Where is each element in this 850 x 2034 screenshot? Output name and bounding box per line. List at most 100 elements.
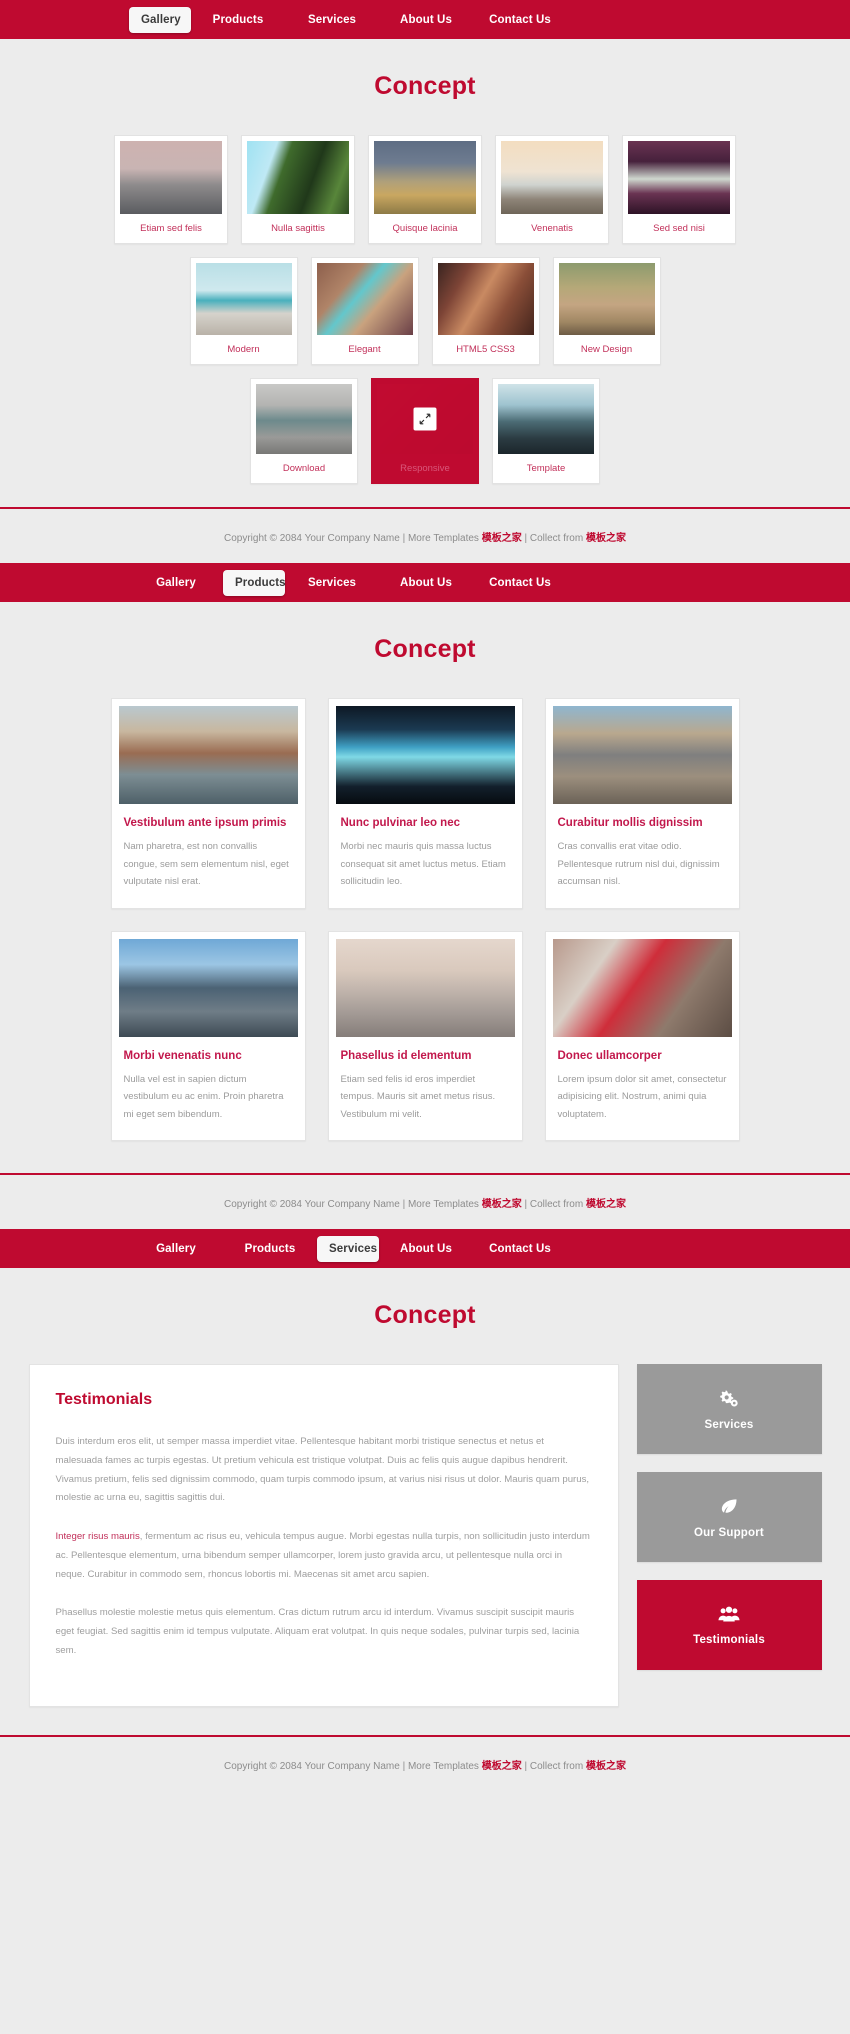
- product-card[interactable]: Morbi venenatis nunc Nulla vel est in sa…: [110, 930, 306, 1142]
- gallery-card-caption[interactable]: Nulla sagittis: [247, 214, 349, 243]
- sidebar-widgets: Services Our Support Testimonials: [636, 1364, 822, 1671]
- page-title-products: Concept: [374, 635, 476, 663]
- nav-item-products[interactable]: Products: [223, 569, 286, 596]
- nav-item-gallery[interactable]: Gallery: [129, 1237, 223, 1261]
- gallery-card[interactable]: Etiam sed felis: [114, 135, 228, 244]
- coffee-cup-pastry-photo: [316, 263, 413, 335]
- widget-our-support[interactable]: Our Support: [636, 1472, 822, 1563]
- gallery-card-caption[interactable]: Quisque lacinia: [374, 214, 476, 243]
- widget-label: Our Support: [694, 1526, 764, 1539]
- product-card[interactable]: Phasellus id elementum Etiam sed felis i…: [327, 930, 523, 1142]
- widget-label: Services: [704, 1418, 754, 1431]
- product-card-heading: Nunc pulvinar leo nec: [340, 817, 461, 829]
- gallery-card-hovered[interactable]: Responsive: [371, 378, 479, 484]
- testimonials-paragraph-3: Phasellus molestie molestie metus quis e…: [55, 1607, 580, 1656]
- rocky-coast-waves-photo: [498, 384, 594, 454]
- navbar-gallery: Gallery Products Services About Us Conta…: [0, 0, 850, 39]
- nav-item-contact-us[interactable]: Contact Us: [473, 8, 567, 32]
- nav-item-products[interactable]: Products: [191, 8, 285, 32]
- wheat-field-clouds-photo: [374, 141, 476, 214]
- green-cliff-road-photo: [247, 141, 349, 214]
- gallery-card[interactable]: Sed sed nisi: [622, 135, 736, 244]
- nav-item-services[interactable]: Services: [285, 8, 379, 32]
- widget-label: Testimonials: [693, 1633, 765, 1646]
- nav-item-gallery[interactable]: Gallery: [129, 571, 223, 595]
- gallery-card[interactable]: Template: [492, 378, 600, 484]
- gallery-row-3: Download Responsive Template: [15, 378, 835, 484]
- testimonials-paragraph-1: Duis interdum eros elit, ut semper massa…: [55, 1436, 590, 1504]
- footer-link-collect[interactable]: 模板之家: [586, 1199, 626, 1210]
- product-card[interactable]: Donec ullamcorper Lorem ipsum dolor sit …: [544, 930, 740, 1142]
- responsive-devices-photo: [377, 384, 473, 454]
- gallery-card-caption[interactable]: Modern: [196, 335, 292, 364]
- gallery-card[interactable]: Download: [250, 378, 358, 484]
- gallery-row-1: Etiam sed felis Nulla sagittis Quisque l…: [15, 135, 835, 244]
- gallery-card[interactable]: Modern: [189, 257, 298, 365]
- product-card-heading: Curabitur mollis dignissim: [557, 817, 703, 829]
- product-card-body: Etiam sed felis id eros imperdiet tempus…: [340, 1073, 496, 1120]
- testimonials-panel: Testimonials Duis interdum eros elit, ut…: [28, 1364, 619, 1708]
- product-card-heading: Morbi venenatis nunc: [123, 1049, 242, 1062]
- testimonials-section: Concept Testimonials Duis interdum eros …: [0, 1301, 850, 1735]
- footer-copyright: Copyright © 2084 Your Company Name | Mor…: [224, 1761, 482, 1773]
- gallery-card-caption[interactable]: Elegant: [317, 335, 413, 364]
- product-card[interactable]: Nunc pulvinar leo nec Morbi nec mauris q…: [327, 698, 523, 909]
- leaf-icon: [719, 1496, 739, 1516]
- venice-canal-boats-photo: [118, 706, 298, 804]
- nav-item-services[interactable]: Services: [317, 1235, 379, 1262]
- rocks-pole-sea-photo: [501, 141, 603, 214]
- nav-item-about-us[interactable]: About Us: [379, 571, 473, 595]
- navbar-products: Gallery Products Services About Us Conta…: [0, 563, 850, 602]
- footer-link-collect[interactable]: 模板之家: [586, 533, 626, 544]
- gallery-card[interactable]: Quisque lacinia: [368, 135, 482, 244]
- vintage-van-traffic-photo: [256, 384, 352, 454]
- gallery-row-2: Modern Elegant HTML5 CSS3 New Design: [15, 257, 835, 365]
- products-section: Concept Vestibulum ante ipsum primis Nam…: [0, 635, 850, 1173]
- nav-item-contact-us[interactable]: Contact Us: [473, 1237, 567, 1261]
- product-card-body: Cras convallis erat vitae odio. Pellente…: [557, 841, 720, 888]
- footer-link-templates[interactable]: 模板之家: [482, 533, 522, 544]
- gallery-card-caption[interactable]: Venenatis: [501, 214, 603, 243]
- footer-middle: | Collect from: [521, 533, 586, 544]
- concert-stage-lights-photo: [335, 706, 515, 804]
- widget-services[interactable]: Services: [636, 1364, 822, 1455]
- footer-products: Copyright © 2084 Your Company Name | Mor…: [0, 1173, 850, 1230]
- testimonials-highlight[interactable]: Integer risus mauris: [56, 1531, 140, 1542]
- gallery-card-caption[interactable]: New Design: [559, 335, 655, 364]
- nav-item-services[interactable]: Services: [285, 571, 379, 595]
- testimonials-heading: Testimonials: [55, 1391, 153, 1409]
- gallery-section: Concept Etiam sed felis Nulla sagittis Q…: [0, 72, 850, 507]
- expand-arrows-icon[interactable]: [413, 407, 437, 431]
- page-title-gallery: Concept: [374, 72, 476, 100]
- product-card[interactable]: Curabitur mollis dignissim Cras convalli…: [544, 698, 740, 909]
- gallery-card-caption[interactable]: HTML5 CSS3: [438, 335, 534, 364]
- gallery-card[interactable]: HTML5 CSS3: [431, 257, 540, 365]
- product-card-body: Lorem ipsum dolor sit amet, consectetur …: [557, 1073, 727, 1120]
- red-tricycle-wall-photo: [552, 938, 732, 1037]
- nav-item-gallery[interactable]: Gallery: [129, 6, 191, 33]
- gallery-card-caption[interactable]: Responsive: [377, 454, 473, 483]
- gallery-card[interactable]: New Design: [552, 257, 661, 365]
- gallery-card-caption[interactable]: Download: [256, 454, 352, 483]
- gallery-card-caption[interactable]: Etiam sed felis: [120, 214, 222, 243]
- footer-link-templates[interactable]: 模板之家: [482, 1199, 522, 1210]
- nav-item-contact-us[interactable]: Contact Us: [473, 571, 567, 595]
- pelican-pier-photo: [195, 263, 292, 335]
- page-title-testimonials: Concept: [374, 1301, 476, 1330]
- nav-item-about-us[interactable]: About Us: [379, 1237, 473, 1261]
- product-card[interactable]: Vestibulum ante ipsum primis Nam pharetr…: [110, 698, 306, 909]
- gears-icon: [719, 1388, 739, 1408]
- gallery-card[interactable]: Elegant: [310, 257, 419, 365]
- canal-buildings-photo: [628, 141, 730, 214]
- nav-item-products[interactable]: Products: [223, 1237, 317, 1261]
- gallery-card[interactable]: Nulla sagittis: [241, 135, 355, 244]
- widget-testimonials[interactable]: Testimonials: [636, 1580, 822, 1671]
- footer-link-templates[interactable]: 模板之家: [482, 1761, 522, 1772]
- dirt-road-animal-photo: [558, 263, 655, 335]
- gallery-card-caption[interactable]: Sed sed nisi: [628, 214, 730, 243]
- gallery-card[interactable]: Venenatis: [495, 135, 609, 244]
- nav-item-about-us[interactable]: About Us: [379, 8, 473, 32]
- footer-copyright: Copyright © 2084 Your Company Name | Mor…: [224, 1199, 482, 1211]
- gallery-card-caption[interactable]: Template: [498, 454, 594, 483]
- footer-link-collect[interactable]: 模板之家: [586, 1761, 626, 1772]
